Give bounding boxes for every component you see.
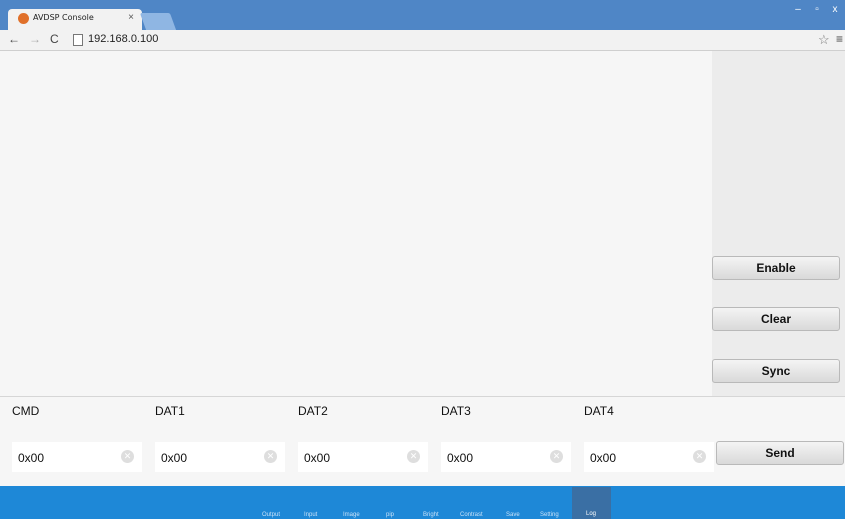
enable-button[interactable]: Enable [712,256,840,280]
clear-field-icon[interactable]: ✕ [407,450,420,463]
dat1-value: 0x00 [161,451,188,465]
nav-item-setting[interactable]: Setting [540,512,559,518]
close-window-icon[interactable]: x [827,3,843,17]
clear-field-icon[interactable]: ✕ [264,450,277,463]
browser-tab[interactable]: AVDSP Console × [8,9,142,30]
clear-field-icon[interactable]: ✕ [550,450,563,463]
dat1-label: DAT1 [155,404,185,418]
bookmark-star-icon[interactable]: ☆ [818,32,830,48]
nav-item-input[interactable]: Input [304,512,317,518]
dat2-value: 0x00 [304,451,331,465]
clear-button[interactable]: Clear [712,307,840,331]
clear-field-icon[interactable]: ✕ [693,450,706,463]
dat4-label: DAT4 [584,404,614,418]
dat4-value: 0x00 [590,451,617,465]
sync-button[interactable]: Sync [712,359,840,383]
divider [0,396,845,397]
reload-icon[interactable]: C [50,32,59,46]
back-arrow-icon[interactable]: ← [8,32,20,46]
clear-field-icon[interactable]: ✕ [121,450,134,463]
menu-icon[interactable]: ≡ [836,32,843,46]
nav-item-bright[interactable]: Bright [423,512,439,518]
browser-toolbar: ← → C 192.168.0.100 ☆ ≡ [0,30,845,51]
nav-item-pip[interactable]: pip [386,512,394,518]
nav-item-image[interactable]: Image [343,512,360,518]
minimize-icon[interactable]: – [789,3,807,17]
dat3-value: 0x00 [447,451,474,465]
dat3-input[interactable]: 0x00 ✕ [441,442,571,472]
send-button[interactable]: Send [716,441,844,465]
side-panel [712,51,845,396]
dat1-input[interactable]: 0x00 ✕ [155,442,285,472]
maximize-icon[interactable]: ▫ [808,3,826,17]
cmd-input[interactable]: 0x00 ✕ [12,442,142,472]
tab-title: AVDSP Console [33,13,94,22]
dat2-input[interactable]: 0x00 ✕ [298,442,428,472]
dat2-label: DAT2 [298,404,328,418]
nav-item-save[interactable]: Save [506,512,520,518]
log-output-area [0,51,712,396]
dat4-input[interactable]: 0x00 ✕ [584,442,714,472]
address-bar[interactable]: 192.168.0.100 [88,33,158,45]
forward-arrow-icon[interactable]: → [29,32,41,46]
cmd-value: 0x00 [18,451,45,465]
nav-item-log[interactable]: Log [586,511,596,517]
tab-close-icon[interactable]: × [128,12,134,23]
new-tab-button[interactable] [139,13,177,30]
nav-item-contrast[interactable]: Contrast [460,512,483,518]
cmd-label: CMD [12,404,40,418]
dat3-label: DAT3 [441,404,471,418]
nav-item-output[interactable]: Output [262,512,280,518]
page-icon [73,34,83,46]
favicon-icon [18,13,29,24]
